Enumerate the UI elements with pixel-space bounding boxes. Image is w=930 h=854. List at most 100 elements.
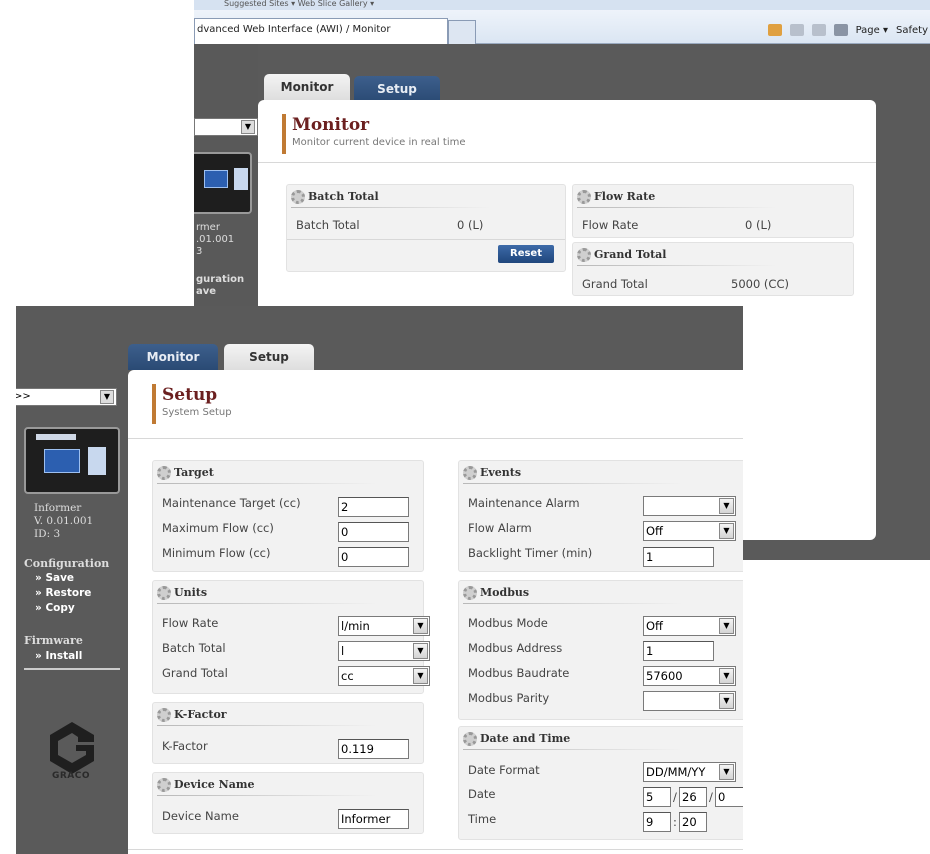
reset-button[interactable]: Reset	[498, 245, 554, 263]
flow-rate-value: 0 (L)	[745, 218, 772, 232]
flow-rate-select[interactable]: l/min ▼	[338, 616, 430, 636]
grand-total-value: 5000 (CC)	[731, 277, 789, 291]
device-version: V. 0.01.001	[34, 515, 94, 527]
menu-install[interactable]: » Install	[35, 650, 82, 662]
device-name: Informer	[34, 502, 82, 514]
date-format-select[interactable]: DD/MM/YY ▼	[643, 762, 736, 782]
maintenance-alarm-label: Maintenance Alarm	[468, 496, 580, 510]
batch-total-select[interactable]: l ▼	[338, 641, 430, 661]
tab-setup[interactable]: Setup	[224, 344, 314, 370]
section-heading: Modbus	[463, 583, 529, 603]
device-select-value: >>	[16, 391, 31, 402]
time-label: Time	[468, 812, 497, 826]
device-thumbnail[interactable]	[194, 152, 252, 214]
date-month-input[interactable]: 26	[679, 787, 707, 807]
heading-rule	[463, 603, 683, 604]
browser-tab[interactable]: dvanced Web Interface (AWI) / Monitor	[194, 18, 448, 44]
grand-total-box: Grand Total Grand Total 5000 (CC)	[572, 242, 854, 296]
modbus-mode-label: Modbus Mode	[468, 616, 548, 630]
tab-monitor[interactable]: Monitor	[128, 344, 218, 370]
device-id: ID: 3	[34, 528, 61, 540]
feeds-icon[interactable]	[789, 24, 804, 36]
chevron-down-icon: ▼	[413, 618, 428, 634]
maintenance-target-input[interactable]: 2	[338, 497, 409, 517]
gear-icon	[463, 466, 477, 480]
menu-copy[interactable]: » Copy	[35, 602, 75, 614]
divider	[258, 162, 876, 163]
menu-restore[interactable]: » Restore	[35, 587, 91, 599]
tab-monitor[interactable]: Monitor	[264, 74, 350, 100]
flow-rate-label: Flow Rate	[582, 218, 639, 232]
batch-total-label: Batch Total	[162, 641, 226, 655]
flow-alarm-select[interactable]: Off ▼	[643, 521, 736, 541]
maintenance-alarm-select[interactable]: ▼	[643, 496, 736, 516]
heading-rule	[157, 483, 377, 484]
heading-rule	[291, 207, 491, 208]
date-separator: /	[709, 790, 713, 804]
batch-total-box: Batch Total Batch Total 0 (L) Reset	[286, 184, 566, 272]
gear-icon	[157, 466, 171, 480]
chevron-down-icon: ▼	[719, 668, 734, 684]
print-icon[interactable]	[833, 24, 848, 36]
graco-logo-icon	[50, 722, 94, 774]
keypad-icon	[88, 447, 106, 475]
chevron-down-icon: ▼	[719, 523, 734, 539]
modbus-parity-select[interactable]: ▼	[643, 691, 736, 711]
maintenance-target-label: Maintenance Target (cc)	[162, 496, 301, 510]
chevron-down-icon: ▼	[100, 390, 114, 404]
section-heading: Date and Time	[463, 729, 570, 749]
gear-icon	[463, 586, 477, 600]
date-day-input[interactable]: 5	[643, 787, 671, 807]
section-heading: Batch Total	[291, 187, 379, 207]
new-tab-button[interactable]	[448, 20, 476, 44]
gear-icon	[157, 586, 171, 600]
keypad-icon	[234, 168, 248, 190]
safety-menu[interactable]: Safety	[896, 25, 928, 36]
events-box: Events Maintenance Alarm ▼ Flow Alarm Of…	[458, 460, 743, 572]
gear-icon	[577, 190, 591, 204]
device-thumbnail[interactable]	[24, 427, 120, 494]
device-select[interactable]: >> ▼	[16, 388, 117, 406]
divider	[128, 849, 743, 850]
chevron-down-icon: ▼	[719, 618, 734, 634]
modbus-mode-select[interactable]: Off ▼	[643, 616, 736, 636]
device-select[interactable]: ▼	[194, 118, 258, 136]
heading-rule	[463, 749, 683, 750]
date-year-input[interactable]: 0	[715, 787, 743, 807]
minimum-flow-input[interactable]: 0	[338, 547, 409, 567]
minimum-flow-label: Minimum Flow (cc)	[162, 546, 271, 560]
home-icon[interactable]	[767, 24, 782, 36]
gear-icon	[463, 732, 477, 746]
modbus-baudrate-label: Modbus Baudrate	[468, 666, 570, 680]
gear-icon	[577, 248, 591, 262]
k-factor-box: K-Factor K-Factor 0.119	[152, 702, 424, 764]
maximum-flow-input[interactable]: 0	[338, 522, 409, 542]
page-subtitle: Monitor current device in real time	[292, 137, 466, 148]
chevron-down-icon: ▼	[719, 693, 734, 709]
backlight-timer-input[interactable]: 1	[643, 547, 714, 567]
mail-icon[interactable]	[811, 24, 826, 36]
modbus-box: Modbus Modbus Mode Off ▼ Modbus Address 1…	[458, 580, 743, 720]
graco-wordmark: GRACO	[51, 771, 91, 781]
chevron-down-icon: ▼	[413, 668, 428, 684]
k-factor-label: K-Factor	[162, 739, 208, 753]
heading-rule	[157, 603, 377, 604]
gear-icon	[291, 190, 305, 204]
grand-total-select[interactable]: cc ▼	[338, 666, 430, 686]
time-minute-input[interactable]: 20	[679, 812, 707, 832]
heading-rule	[157, 725, 377, 726]
page-menu[interactable]: Page ▾	[856, 25, 888, 36]
modbus-address-input[interactable]: 1	[643, 641, 714, 661]
device-label-icon	[36, 434, 76, 440]
chevron-down-icon: ▼	[413, 643, 428, 659]
device-name-input[interactable]: Informer	[338, 809, 409, 829]
command-bar: Page ▾ Safety	[767, 24, 928, 36]
firmware-heading: Firmware	[24, 634, 83, 647]
tab-setup[interactable]: Setup	[354, 76, 440, 102]
time-hour-input[interactable]: 9	[643, 812, 671, 832]
menu-save[interactable]: » Save	[35, 572, 74, 584]
k-factor-input[interactable]: 0.119	[338, 739, 409, 759]
batch-total-label: Batch Total	[296, 218, 360, 232]
grand-total-label: Grand Total	[162, 666, 228, 680]
modbus-baudrate-select[interactable]: 57600 ▼	[643, 666, 736, 686]
